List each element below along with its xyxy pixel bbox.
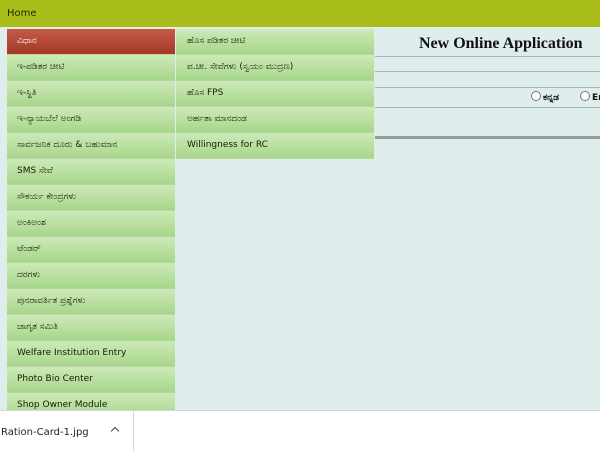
submenu-item-new-ration-card[interactable]: ಹೊಸ ಪಡಿತರ ಚೀಟಿ xyxy=(176,29,374,55)
divider xyxy=(375,107,600,108)
home-link[interactable]: Home xyxy=(7,8,37,19)
language-english-label: En xyxy=(592,93,600,103)
menu-item-e-status[interactable]: ಇ-ಸ್ಥಿತಿ xyxy=(7,81,175,107)
menu-item-rates[interactable]: ದರಗಳು xyxy=(7,263,175,289)
language-option-kannada[interactable]: ಕನ್ನಡ xyxy=(531,91,559,103)
menu-item-facility-centers[interactable]: ಸೌಕರ್ಯ ಕೇಂದ್ರಗಳು xyxy=(7,185,175,211)
menu-item-statistics[interactable]: ಅಂಕಿಅಂಶ xyxy=(7,211,175,237)
download-bar: Ration-Card-1.jpg xyxy=(0,410,600,451)
submenu: ಹೊಸ ಪಡಿತರ ಚೀಟಿ ಪ.ಚೀ. ಸೇವೆಗಳು (ಸ್ವಯಂ ಮುದ್… xyxy=(176,29,374,159)
page-title: New Online Application xyxy=(419,35,583,52)
menu-item-photo-bio-center[interactable]: Photo Bio Center xyxy=(7,367,175,393)
download-item[interactable]: Ration-Card-1.jpg xyxy=(0,411,134,451)
menu-item-public-complaint[interactable]: ಸಾರ್ವಜನಿಕ ದೂರು & ಬಹುಮಾನ xyxy=(7,133,175,159)
top-nav-bar: Home xyxy=(0,0,600,28)
menu-item-e-ration-card[interactable]: ಇ-ಪಡಿತರ ಚೀಟಿ xyxy=(7,55,175,81)
divider xyxy=(375,87,600,88)
chevron-up-icon[interactable] xyxy=(110,426,120,436)
menu-item-vigilance-committee[interactable]: ಜಾಗೃತ ಸಮಿತಿ xyxy=(7,315,175,341)
main-dropdown-menu: ವಿಧಾನ ಇ-ಪಡಿತರ ಚೀಟಿ ಇ-ಸ್ಥಿತಿ ಇ-ನ್ಯಾಯಬೆಲೆ … xyxy=(7,29,175,419)
submenu-item-rc-services[interactable]: ಪ.ಚೀ. ಸೇವೆಗಳು (ಸ್ವಯಂ ಮುದ್ರಣ) xyxy=(176,55,374,81)
menu-item-e-fair-price-shop[interactable]: ಇ-ನ್ಯಾಯಬೆಲೆ ಅಂಗಡಿ xyxy=(7,107,175,133)
submenu-item-new-fps[interactable]: ಹೊಸ FPS xyxy=(176,81,374,107)
submenu-item-eligibility-criteria[interactable]: ಅರ್ಹತಾ ಮಾನದಂಡ xyxy=(176,107,374,133)
submenu-item-willingness-for-rc[interactable]: Willingness for RC xyxy=(176,133,374,159)
menu-item-procedure[interactable]: ವಿಧಾನ xyxy=(7,29,175,55)
menu-item-faq[interactable]: ಪುನರಾವರ್ತಿತ ಪ್ರಶ್ನೆಗಳು xyxy=(7,289,175,315)
language-option-english[interactable]: En xyxy=(580,91,600,103)
section-divider xyxy=(375,136,600,139)
menu-item-welfare-institution-entry[interactable]: Welfare Institution Entry xyxy=(7,341,175,367)
divider xyxy=(375,71,600,72)
menu-item-sms-service[interactable]: SMS ಸೇವೆ xyxy=(7,159,175,185)
radio-icon[interactable] xyxy=(531,91,541,101)
menu-item-tender[interactable]: ಟೆಂಡರ್ xyxy=(7,237,175,263)
radio-icon[interactable] xyxy=(580,91,590,101)
download-file-name[interactable]: Ration-Card-1.jpg xyxy=(1,427,89,438)
divider xyxy=(375,56,600,57)
language-kannada-label: ಕನ್ನಡ xyxy=(543,93,560,103)
